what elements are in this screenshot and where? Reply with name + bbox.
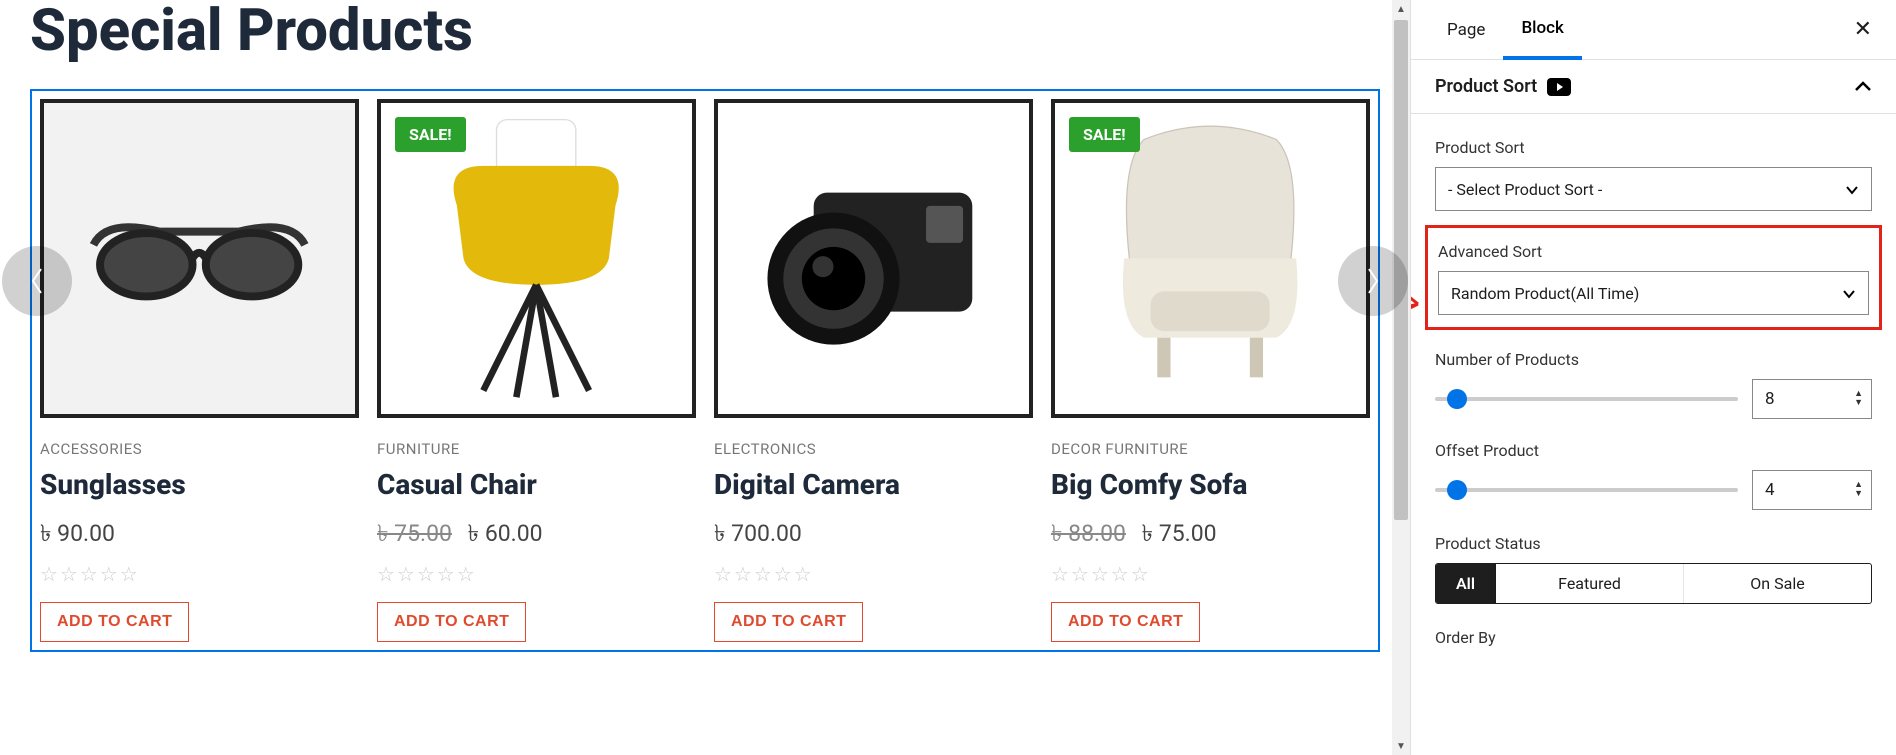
page-title: Special Products — [30, 0, 1380, 64]
tab-block[interactable]: Block — [1503, 0, 1581, 60]
sale-badge: SALE! — [395, 117, 466, 152]
label-offset-product: Offset Product — [1435, 441, 1872, 460]
product-card: ELECTRONICS Digital Camera ৳ 700.00 ☆☆☆☆… — [714, 99, 1033, 642]
product-price-old: ৳ 75.00 — [377, 520, 452, 547]
add-to-cart-button[interactable]: ADD TO CART — [1051, 602, 1200, 642]
rating-stars-icon: ☆☆☆☆☆ — [1051, 562, 1370, 586]
status-opt-onsale[interactable]: On Sale — [1684, 564, 1871, 603]
product-card: SALE! DECOR FURNITURE Big Comfy Sofa ৳ 8… — [1051, 99, 1370, 642]
product-price: ৳ 75.00 — [1142, 520, 1217, 547]
status-opt-all[interactable]: All — [1436, 564, 1496, 603]
stepper-icons[interactable]: ▲▼ — [1854, 390, 1863, 408]
product-image: SALE! — [377, 99, 696, 418]
select-advanced-sort[interactable]: Random Product(All Time) — [1438, 271, 1869, 315]
chevron-up-icon — [1854, 76, 1872, 97]
carousel-next-button[interactable] — [1338, 246, 1408, 316]
sidebar-settings: Page Block ✕ Product Sort Product Sort -… — [1410, 0, 1896, 755]
rating-stars-icon: ☆☆☆☆☆ — [40, 562, 359, 586]
scroll-up-icon[interactable]: ▲ — [1392, 0, 1410, 18]
close-icon[interactable]: ✕ — [1848, 11, 1878, 48]
product-name: Casual Chair — [377, 468, 696, 501]
product-price: ৳ 700.00 — [714, 520, 802, 547]
label-product-status: Product Status — [1435, 534, 1872, 553]
slider-knob[interactable] — [1447, 389, 1467, 409]
product-category: DECOR FURNITURE — [1051, 440, 1370, 458]
product-image: SALE! — [1051, 99, 1370, 418]
product-name: Sunglasses — [40, 468, 359, 501]
product-price: ৳ 90.00 — [40, 520, 115, 547]
product-category: FURNITURE — [377, 440, 696, 458]
add-to-cart-button[interactable]: ADD TO CART — [40, 602, 189, 642]
product-category: ELECTRONICS — [714, 440, 1033, 458]
stepper-icons[interactable]: ▲▼ — [1854, 481, 1863, 499]
video-play-icon[interactable] — [1547, 78, 1571, 96]
product-card: ACCESSORIES Sunglasses ৳ 90.00 ☆☆☆☆☆ ADD… — [40, 99, 359, 642]
input-offset-product[interactable]: 4 ▲▼ — [1752, 470, 1872, 510]
rating-stars-icon: ☆☆☆☆☆ — [377, 562, 696, 586]
label-order-by: Order By — [1435, 628, 1872, 647]
slider-knob[interactable] — [1447, 480, 1467, 500]
slider-number-products[interactable] — [1435, 397, 1738, 401]
add-to-cart-button[interactable]: ADD TO CART — [377, 602, 526, 642]
label-number-products: Number of Products — [1435, 350, 1872, 369]
chevron-down-icon — [1842, 284, 1856, 303]
tab-page[interactable]: Page — [1429, 2, 1503, 58]
sofa-icon — [1078, 113, 1342, 404]
chair-icon — [404, 113, 668, 404]
product-card: SALE! FURNITURE Casual Chair ৳ — [377, 99, 696, 642]
sunglasses-icon — [67, 192, 331, 324]
rating-stars-icon: ☆☆☆☆☆ — [714, 562, 1033, 586]
select-product-sort[interactable]: - Select Product Sort - — [1435, 167, 1872, 211]
segmented-product-status[interactable]: All Featured On Sale — [1435, 563, 1872, 604]
input-value: 4 — [1765, 480, 1775, 500]
product-carousel-block[interactable]: ACCESSORIES Sunglasses ৳ 90.00 ☆☆☆☆☆ ADD… — [30, 89, 1380, 652]
advanced-sort-highlight: Advanced Sort Random Product(All Time) — [1425, 225, 1882, 330]
input-value: 8 — [1765, 389, 1775, 409]
panel-product-sort-header[interactable]: Product Sort — [1411, 60, 1896, 114]
product-image — [40, 99, 359, 418]
product-name: Big Comfy Sofa — [1051, 468, 1370, 501]
label-product-sort: Product Sort — [1435, 138, 1872, 157]
product-price: ৳ 60.00 — [468, 520, 543, 547]
slider-offset-product[interactable] — [1435, 488, 1738, 492]
vertical-scrollbar[interactable]: ▲ ▼ — [1392, 0, 1410, 755]
scroll-down-icon[interactable]: ▼ — [1392, 737, 1410, 755]
camera-icon — [741, 153, 1005, 364]
product-name: Digital Camera — [714, 468, 1033, 501]
add-to-cart-button[interactable]: ADD TO CART — [714, 602, 863, 642]
panel-title: Product Sort — [1435, 76, 1537, 97]
status-opt-featured[interactable]: Featured — [1496, 564, 1684, 603]
carousel-prev-button[interactable] — [2, 246, 72, 316]
chevron-down-icon — [1845, 180, 1859, 199]
select-value: Random Product(All Time) — [1451, 284, 1639, 303]
product-category: ACCESSORIES — [40, 440, 359, 458]
sale-badge: SALE! — [1069, 117, 1140, 152]
select-value: - Select Product Sort - — [1448, 180, 1602, 199]
input-number-products[interactable]: 8 ▲▼ — [1752, 379, 1872, 419]
annotation-arrow-icon — [1410, 286, 1428, 326]
product-price-old: ৳ 88.00 — [1051, 520, 1126, 547]
product-image — [714, 99, 1033, 418]
label-advanced-sort: Advanced Sort — [1438, 242, 1869, 261]
